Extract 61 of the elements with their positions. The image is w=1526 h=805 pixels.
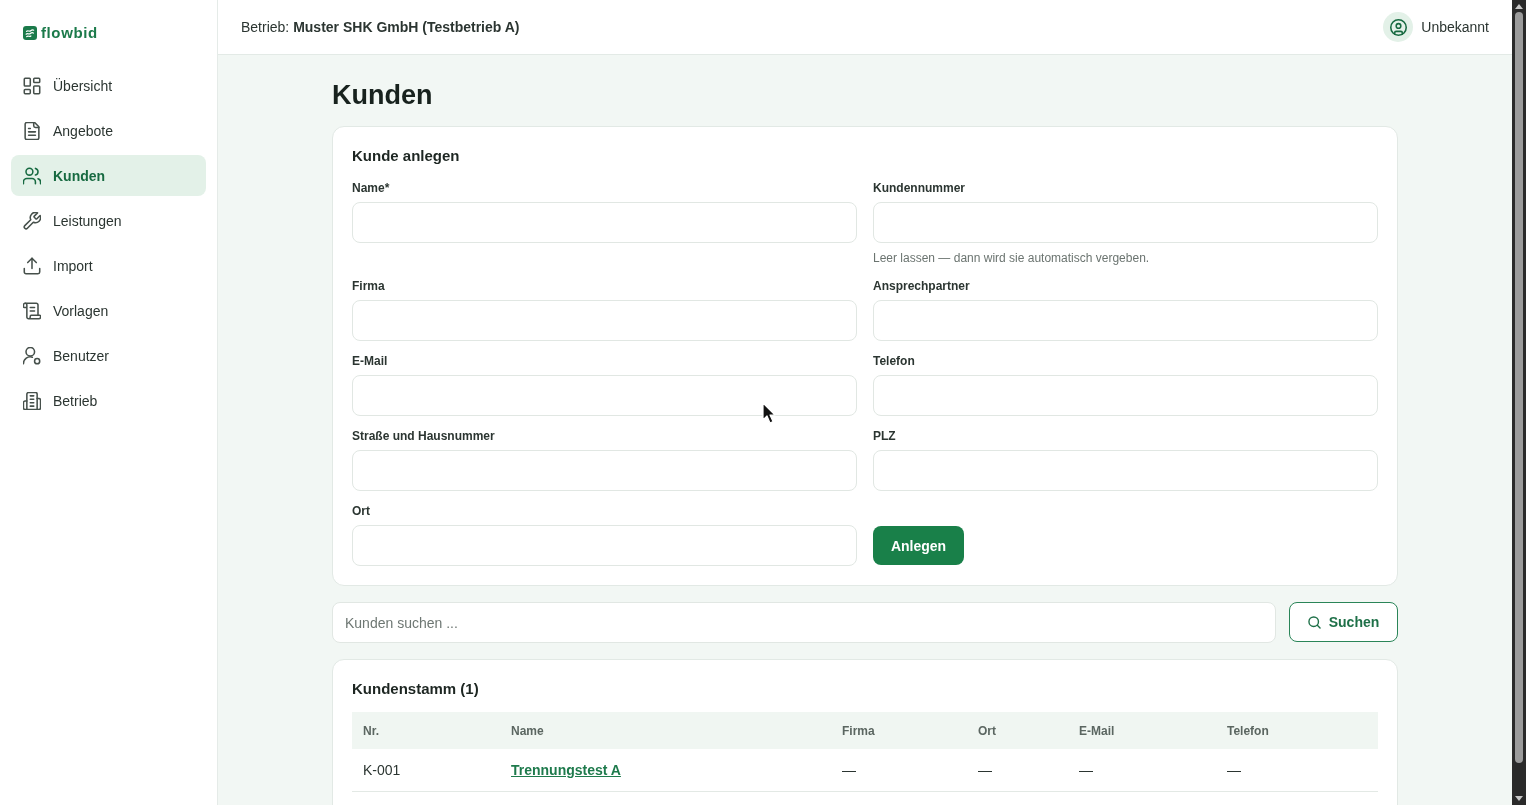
sidebar-item[interactable]: Import xyxy=(11,245,206,286)
sidebar-item[interactable]: Angebote xyxy=(11,110,206,151)
input-field[interactable] xyxy=(352,450,857,491)
column-header: Firma xyxy=(831,712,967,749)
search-field[interactable]: Kunden suchen ... xyxy=(332,602,1276,643)
user-name[interactable]: Unbekannt xyxy=(1421,19,1489,35)
input-field[interactable] xyxy=(873,202,1378,243)
field-label: Name* xyxy=(352,181,390,196)
table-cell: — xyxy=(1068,749,1216,791)
input-field[interactable] xyxy=(352,300,857,341)
input-field[interactable] xyxy=(352,375,857,416)
sidebar-item[interactable]: Vorlagen xyxy=(11,290,206,331)
table-cell: K-001 xyxy=(352,749,500,791)
user-settings-icon xyxy=(23,346,41,365)
input-field[interactable] xyxy=(873,300,1378,341)
table-cell: — xyxy=(831,749,967,791)
mouse-pointer-icon xyxy=(762,402,776,424)
dashboard-grid-icon xyxy=(23,76,41,95)
document-icon xyxy=(23,121,41,140)
user-avatar-icon[interactable] xyxy=(1383,12,1414,42)
field-label: Kundennummer xyxy=(873,181,965,196)
column-header: Ort xyxy=(967,712,1068,749)
field-label: PLZ xyxy=(873,429,896,444)
sidebar-item[interactable]: Kunden xyxy=(11,155,206,196)
field-label: Ansprechpartner xyxy=(873,279,970,294)
users-icon xyxy=(23,166,41,185)
card-title: Kunde anlegen xyxy=(352,146,461,166)
sidebar-item[interactable]: Betrieb xyxy=(11,380,206,421)
sidebar-item[interactable]: Benutzer xyxy=(11,335,206,376)
input-field[interactable] xyxy=(873,375,1378,416)
table-cell: — xyxy=(1216,749,1378,791)
field-label: Ort xyxy=(352,504,370,519)
card-title: Kundenstamm (1) xyxy=(352,679,480,699)
customer-link[interactable]: Trennungstest A xyxy=(511,761,621,778)
field-label: Telefon xyxy=(873,354,915,369)
field-label: Straße und Hausnummer xyxy=(352,429,495,444)
table-cell: — xyxy=(967,749,1068,791)
column-header: Telefon xyxy=(1216,712,1378,749)
search-button[interactable]: Suchen xyxy=(1289,602,1398,642)
column-header: Name xyxy=(500,712,831,749)
scroll-icon xyxy=(23,301,41,320)
wrench-icon xyxy=(23,211,41,230)
input-field[interactable] xyxy=(352,202,857,243)
upload-icon xyxy=(23,256,41,275)
create-button[interactable]: Anlegen xyxy=(873,526,964,565)
building-icon xyxy=(23,391,41,410)
sidebar-item[interactable]: Leistungen xyxy=(11,200,206,241)
sidebar-item[interactable]: Übersicht xyxy=(11,65,206,106)
search-icon xyxy=(1307,615,1321,629)
field-hint: Leer lassen — dann wird sie automatisch vergeben. xyxy=(873,250,1150,266)
field-label: Firma xyxy=(352,279,385,294)
scrollbar[interactable] xyxy=(1512,0,1526,805)
business-name: Betrieb: Muster SHK GmbH (Testbetrieb A) xyxy=(241,19,520,35)
page-title: Kunden xyxy=(332,79,434,111)
input-field[interactable] xyxy=(352,525,857,566)
logo-wordmark: flowbid xyxy=(41,25,98,41)
column-header: Nr. xyxy=(352,712,500,749)
logo-icon xyxy=(23,26,37,40)
input-field[interactable] xyxy=(873,450,1378,491)
column-header: E-Mail xyxy=(1068,712,1216,749)
field-label: E-Mail xyxy=(352,354,388,369)
